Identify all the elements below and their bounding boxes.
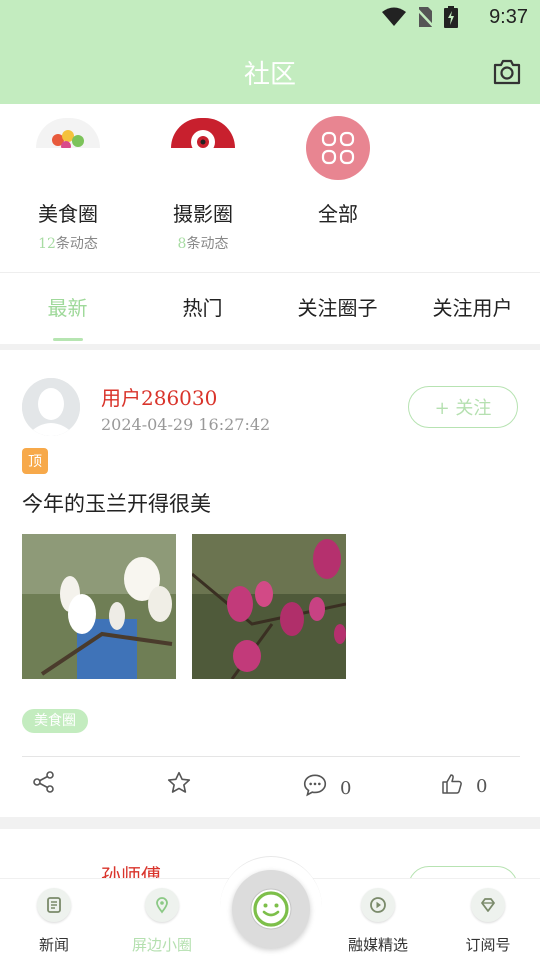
circle-item-all[interactable]: 全部: [278, 116, 398, 227]
status-time: 9:37: [489, 6, 528, 28]
like-count: 0: [476, 776, 488, 797]
circle-count: 12条动态: [38, 236, 98, 252]
circle-name: 全部: [318, 202, 358, 226]
tab-latest[interactable]: 最新: [0, 292, 135, 321]
share-icon: [33, 771, 54, 793]
circle-name: 美食圈: [38, 202, 98, 226]
section-separator: [0, 817, 540, 829]
tab-followed-users[interactable]: 关注用户: [405, 292, 540, 321]
tab-hot[interactable]: 热门: [135, 292, 270, 321]
news-icon: [37, 888, 71, 922]
play-icon: [361, 888, 395, 922]
share-button[interactable]: [32, 770, 56, 794]
nav-item-local-circle[interactable]: 屏边小圈: [108, 888, 216, 955]
like-button[interactable]: 0: [440, 770, 487, 797]
circle-item-food[interactable]: 美食圈 12条动态: [8, 118, 128, 253]
favorite-button[interactable]: [166, 770, 192, 796]
follow-button[interactable]: + 关注: [408, 386, 518, 428]
post-tag[interactable]: 美食圈: [22, 709, 88, 733]
divider: [0, 272, 540, 273]
tab-followed-circles[interactable]: 关注圈子: [270, 292, 405, 321]
no-sim-icon: [416, 7, 434, 27]
divider: [22, 756, 520, 757]
thumbs-up-icon: [442, 773, 462, 794]
section-separator: [0, 344, 540, 350]
center-smile-button[interactable]: [232, 870, 310, 948]
food-circle-image: [36, 118, 100, 148]
circle-name: 摄影圈: [173, 202, 233, 226]
comment-button[interactable]: 0: [302, 770, 351, 799]
nav-label: 融媒精选: [347, 936, 408, 954]
nav-label: 订阅号: [465, 936, 511, 954]
battery-icon: [444, 6, 458, 28]
comment-count: 0: [340, 778, 352, 799]
nav-label: 新闻: [38, 936, 69, 954]
post-timestamp: 2024-04-29 16:27:42: [101, 415, 271, 434]
avatar[interactable]: [22, 378, 80, 436]
circle-count: 8条动态: [177, 236, 229, 252]
smile-icon: [250, 888, 292, 930]
status-icons: [382, 6, 458, 28]
nav-label: 屏边小圈: [131, 936, 192, 954]
photo-circle-image: [171, 118, 235, 148]
diamond-icon: [471, 888, 505, 922]
comment-icon: [303, 773, 327, 796]
pinned-badge: 顶: [22, 448, 48, 474]
location-icon: [145, 888, 179, 922]
nav-item-news[interactable]: 新闻: [0, 888, 108, 955]
post-image-white-magnolia[interactable]: [22, 534, 176, 679]
page-title: 社区: [243, 60, 296, 90]
nav-item-media-picks[interactable]: 融媒精选: [324, 888, 432, 955]
post-image-pink-magnolia[interactable]: [192, 534, 346, 679]
wifi-icon: [382, 7, 406, 26]
camera-icon[interactable]: [492, 58, 522, 86]
star-icon: [167, 771, 191, 793]
all-circles-icon: [306, 116, 370, 180]
circle-item-photo[interactable]: 摄影圈 8条动态: [143, 118, 263, 253]
post-username[interactable]: 用户286030: [101, 382, 217, 411]
tab-indicator: [53, 338, 83, 341]
nav-item-subscriptions[interactable]: 订阅号: [434, 888, 540, 955]
post-text: 今年的玉兰开得很美: [22, 492, 211, 516]
